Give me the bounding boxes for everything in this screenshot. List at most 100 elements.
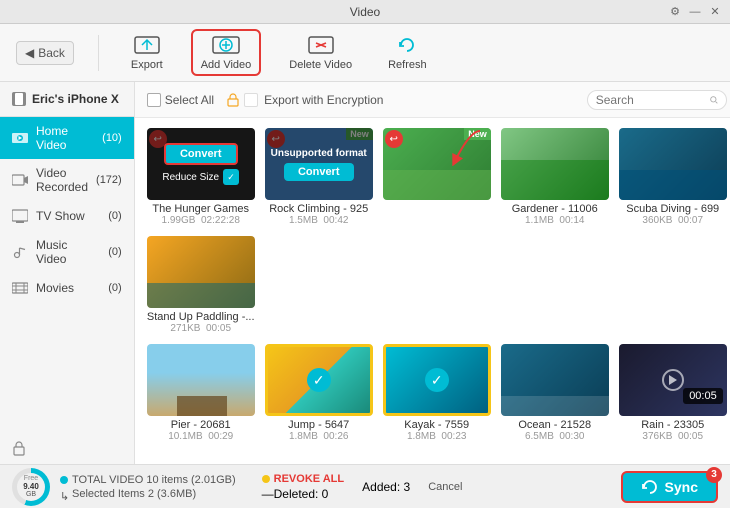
video-name: The Hunger Games (152, 203, 249, 215)
video-item-hunger-games[interactable]: ↩ Convert Reduce Size ✓ The Hunger Games… (147, 128, 255, 226)
video-name-gardener: Gardener - 11006 (512, 203, 598, 215)
video-meta-ocean: 6.5MB 00:30 (525, 431, 584, 442)
window-title: Video (350, 5, 380, 19)
refresh-label: Refresh (388, 59, 427, 71)
encrypt-checkbox[interactable] (244, 93, 258, 107)
select-all-checkbox[interactable] (147, 93, 161, 107)
tv-show-count: (0) (108, 210, 121, 222)
select-all-area[interactable]: Select All (147, 93, 214, 107)
total-dot (60, 476, 68, 484)
video-item-3[interactable]: ↩ New (383, 128, 491, 226)
sidebar-item-music-video[interactable]: Music Video (0) (0, 231, 134, 273)
window-controls: ⚙ — ✕ (668, 5, 722, 19)
revoke-dot (262, 475, 270, 483)
delete-video-label: Delete Video (289, 59, 352, 71)
video-item-jump[interactable]: ✓ Jump - 5647 1.8MB 00:26 (265, 344, 373, 442)
grid-area: ↩ Convert Reduce Size ✓ The Hunger Games… (135, 118, 730, 464)
video-name-paddling-v: Stand Up Paddling -... (147, 311, 255, 323)
device-name: Eric's iPhone X (0, 82, 134, 117)
video-name-2: Rock Climbing - 925 (269, 203, 368, 215)
search-box[interactable] (587, 90, 727, 110)
toolbar: ◀ Back Export Ad (0, 24, 730, 82)
storage-inner: Free 9.40 GB (17, 473, 45, 501)
sidebar-item-home-video[interactable]: Home Video (10) (0, 117, 134, 159)
convert-button-2[interactable]: Convert (284, 163, 354, 181)
revert-icon-3: ↩ (385, 130, 403, 148)
add-video-label: Add Video (201, 59, 252, 71)
video-name-pier: Pier - 20681 (171, 419, 231, 431)
video-meta-paddling-v: 271KB 00:05 (170, 323, 231, 334)
revoke-all-button[interactable]: REVOKE ALL (274, 473, 345, 485)
device-name-label: Eric's iPhone X (32, 92, 119, 106)
sync-badge: 3 (706, 467, 722, 483)
added-row: Added: 3 (362, 480, 410, 494)
refresh-button[interactable]: Refresh (380, 30, 435, 75)
deleted-row: — Deleted: 0 (262, 487, 345, 501)
sidebar-item-movies[interactable]: Movies (0) (0, 273, 134, 303)
home-video-count: (10) (102, 132, 122, 144)
video-item-scuba[interactable]: Scuba Diving - 699 360KB 00:07 (619, 128, 727, 226)
sidebar: Eric's iPhone X Home Video (10) Video Re… (0, 82, 135, 464)
video-meta-2: 1.5MB 00:42 (289, 215, 348, 226)
added-area: Added: 3 (362, 480, 410, 494)
video-item-gardener[interactable]: Gardener - 11006 1.1MB 00:14 (501, 128, 609, 226)
app-container: ◀ Back Export Ad (0, 24, 730, 508)
minimize-button[interactable]: — (688, 5, 702, 19)
export-button[interactable]: Export (123, 30, 171, 75)
revoke-area: REVOKE ALL — Deleted: 0 (262, 473, 345, 501)
main-content: Select All Export with Encryption (135, 82, 730, 464)
video-recorded-icon (12, 172, 28, 188)
video-meta-kayak: 1.8MB 00:23 (407, 431, 466, 442)
tv-show-label: TV Show (36, 209, 85, 223)
export-encrypt-button[interactable]: Export with Encryption (226, 93, 383, 107)
toolbar-separator (98, 35, 99, 71)
movies-label: Movies (36, 281, 74, 295)
close-button[interactable]: ✕ (708, 5, 722, 19)
video-name-kayak: Kayak - 7559 (404, 419, 469, 431)
storage-size: 9.40 (23, 482, 39, 491)
sidebar-item-tv-show[interactable]: TV Show (0) (0, 201, 134, 231)
content-area: Eric's iPhone X Home Video (10) Video Re… (0, 82, 730, 464)
cancel-button[interactable]: Cancel (428, 481, 462, 493)
export-label: Export (131, 59, 163, 71)
video-name-scuba: Scuba Diving - 699 (626, 203, 719, 215)
added-label: Added: 3 (362, 480, 410, 494)
delete-video-button[interactable]: Delete Video (281, 30, 360, 75)
export-encrypt-label: Export with Encryption (264, 93, 383, 107)
status-info: TOTAL VIDEO 10 items (2.01GB) ↳ Selected… (60, 474, 236, 500)
reduce-size-row: Reduce Size ✓ (162, 169, 239, 185)
video-grid-row2: Pier - 20681 10.1MB 00:29 ✓ Jump - 5647 … (147, 344, 727, 442)
title-bar: Video ⚙ — ✕ (0, 0, 730, 24)
video-item-rock-climbing[interactable]: ↩ New Unsupported format Convert Rock Cl… (265, 128, 373, 226)
music-video-label: Music Video (36, 238, 100, 266)
add-video-button[interactable]: Add Video (191, 29, 262, 76)
revoke-row: REVOKE ALL (262, 473, 345, 485)
new-badge-3: New (464, 128, 491, 140)
sidebar-locked-section (0, 432, 134, 464)
video-meta-pier: 10.1MB 00:29 (168, 431, 233, 442)
back-button[interactable]: ◀ Back (16, 41, 74, 65)
video-item-pier[interactable]: Pier - 20681 10.1MB 00:29 (147, 344, 255, 442)
video-item-kayak[interactable]: ✓ Kayak - 7559 1.8MB 00:23 (383, 344, 491, 442)
search-icon (710, 94, 718, 106)
video-item-paddling-visible[interactable]: Stand Up Paddling -... 271KB 00:05 (147, 236, 255, 334)
total-video-value: 10 items (2.01GB) (146, 474, 235, 486)
check-icon: ✓ (223, 169, 239, 185)
back-arrow-icon: ◀ (25, 46, 34, 60)
device-icon (12, 92, 26, 106)
storage-free-label: Free (24, 475, 38, 482)
selected-items-row: ↳ Selected Items 2 (3.6MB) (60, 488, 236, 500)
video-item-ocean[interactable]: Ocean - 21528 6.5MB 00:30 (501, 344, 609, 442)
settings-button[interactable]: ⚙ (668, 5, 682, 19)
search-input[interactable] (596, 93, 706, 107)
convert-button-1[interactable]: Convert (164, 143, 238, 165)
lock-icon (226, 93, 240, 107)
storage-unit: GB (26, 491, 36, 498)
sync-button[interactable]: Sync 3 (621, 471, 718, 503)
storage-area: Free 9.40 GB (12, 468, 50, 506)
export-icon (133, 34, 161, 56)
refresh-icon (393, 34, 421, 56)
sidebar-item-video-recorded[interactable]: Video Recorded (172) (0, 159, 134, 201)
video-meta-gardener: 1.1MB 00:14 (525, 215, 584, 226)
video-meta-scuba: 360KB 00:07 (642, 215, 703, 226)
